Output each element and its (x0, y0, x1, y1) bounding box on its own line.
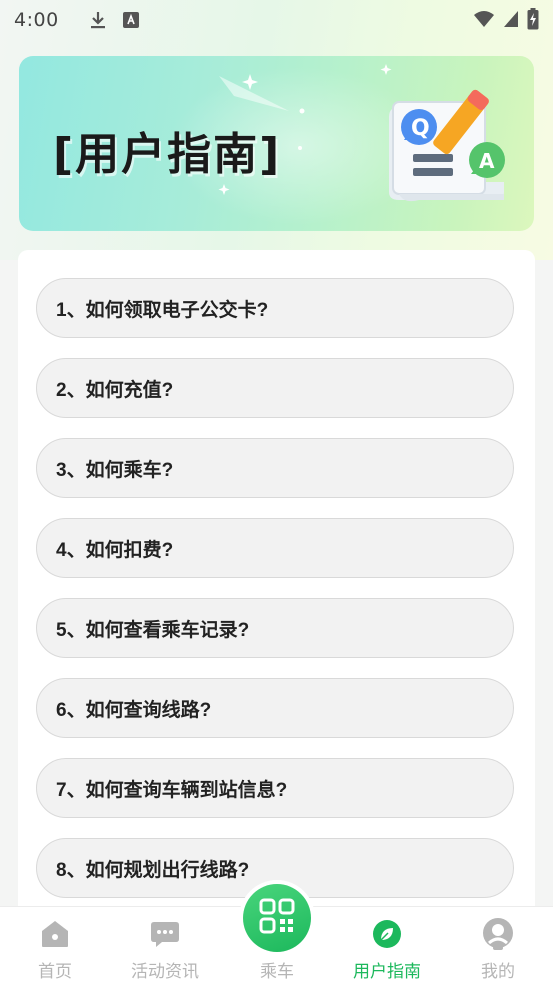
app-notification-icon (122, 12, 139, 28)
faq-card: 1、如何领取电子公交卡? 2、如何充值? 3、如何乘车? 4、如何扣费? 5、如… (18, 250, 535, 950)
faq-item-5[interactable]: 5、如何查看乘车记录? (36, 598, 514, 658)
tab-activities-label: 活动资讯 (131, 962, 199, 982)
home-icon (38, 917, 72, 951)
guide-banner: [用户指南] Q A (19, 56, 534, 231)
tab-guide-label: 用户指南 (353, 962, 421, 982)
faq-item-3[interactable]: 3、如何乘车? (36, 438, 514, 498)
faq-item-2[interactable]: 2、如何充值? (36, 358, 514, 418)
faq-item-1[interactable]: 1、如何领取电子公交卡? (36, 278, 514, 338)
tab-mine[interactable]: 我的 (443, 917, 553, 982)
tab-mine-label: 我的 (481, 962, 515, 982)
tab-activities[interactable]: 活动资讯 (110, 917, 220, 982)
qa-document-illustration-icon: Q A (389, 89, 505, 202)
status-time: 4:00 (14, 9, 59, 31)
ride-qr-button[interactable] (239, 880, 315, 956)
battery-charging-icon (527, 8, 539, 30)
svg-text:Q: Q (411, 116, 430, 141)
svg-text:A: A (479, 149, 495, 173)
qr-code-icon (259, 898, 295, 938)
leaf-icon (370, 917, 404, 951)
chat-bubble-icon (148, 917, 182, 951)
tab-home-label: 首页 (38, 962, 72, 982)
download-icon (89, 10, 107, 30)
banner-title: [用户指南] (53, 129, 282, 180)
cellular-signal-icon (503, 10, 519, 28)
faq-item-7[interactable]: 7、如何查询车辆到站信息? (36, 758, 514, 818)
ride-qr-button-inner (243, 884, 311, 952)
user-avatar-icon (481, 917, 515, 951)
tab-guide[interactable]: 用户指南 (332, 917, 442, 982)
faq-item-6[interactable]: 6、如何查询线路? (36, 678, 514, 738)
wifi-icon (473, 10, 495, 28)
tab-ride-label: 乘车 (260, 962, 294, 982)
status-bar: 4:00 (0, 0, 553, 40)
tab-home[interactable]: 首页 (0, 917, 110, 982)
faq-item-4[interactable]: 4、如何扣费? (36, 518, 514, 578)
faq-list: 1、如何领取电子公交卡? 2、如何充值? 3、如何乘车? 4、如何扣费? 5、如… (36, 278, 516, 918)
